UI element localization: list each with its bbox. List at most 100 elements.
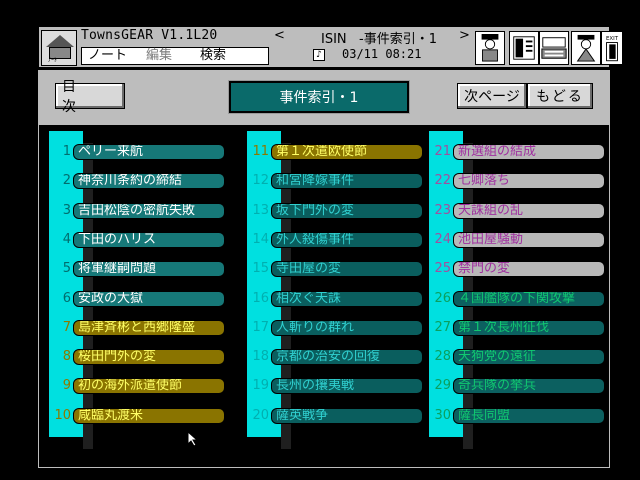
event-button[interactable]: ペリー来航 xyxy=(73,144,225,160)
menu-edit[interactable]: 編集 xyxy=(146,48,172,64)
event-number: 23 xyxy=(434,203,451,218)
person-tool-icon[interactable] xyxy=(475,31,505,65)
exit-door-icon[interactable]: EXIT xyxy=(601,31,623,65)
event-item[interactable]: 9 初の海外派遣使節 xyxy=(53,377,225,395)
event-item[interactable]: 19 長州の攘夷戦 xyxy=(251,377,423,395)
event-item[interactable]: 6 安政の大獄 xyxy=(53,290,225,308)
menu-search[interactable]: 検索 xyxy=(200,48,226,64)
event-item[interactable]: 15 寺田屋の変 xyxy=(251,260,423,278)
page-title: 事件索引・1 xyxy=(229,81,409,113)
window-index-label: ISIN -事件索引・1 xyxy=(321,32,438,47)
event-number: 21 xyxy=(434,144,451,159)
event-button[interactable]: ４国艦隊の下関攻撃 xyxy=(453,291,605,307)
event-button[interactable]: 吉田松陰の密航失敗 xyxy=(73,203,225,219)
contents-button[interactable]: 目次 xyxy=(55,79,125,115)
event-item[interactable]: 4 下田のハリス xyxy=(53,231,225,249)
event-button[interactable]: 新選組の結成 xyxy=(453,144,605,160)
event-item[interactable]: 23 天誅組の乱 xyxy=(433,202,605,220)
event-item[interactable]: 2 神奈川条約の締結 xyxy=(53,172,225,190)
event-button[interactable]: 禁門の変 xyxy=(453,261,605,277)
event-item[interactable]: 8 桜田門外の変 xyxy=(53,348,225,366)
event-number: 18 xyxy=(252,349,269,364)
event-item[interactable]: 25 禁門の変 xyxy=(433,260,605,278)
keyboard-tool-icon[interactable] xyxy=(539,31,569,65)
event-button[interactable]: 咸臨丸渡米 xyxy=(73,408,225,424)
event-button[interactable]: 天狗党の遠征 xyxy=(453,349,605,365)
event-item[interactable]: 24 池田屋騒動 xyxy=(433,231,605,249)
event-number: 5 xyxy=(62,261,71,276)
event-button[interactable]: 神奈川条約の締結 xyxy=(73,173,225,189)
event-button[interactable]: 池田屋騒動 xyxy=(453,232,605,248)
event-button[interactable]: 外人殺傷事件 xyxy=(271,232,423,248)
event-button[interactable]: 京都の治安の回復 xyxy=(271,349,423,365)
event-item[interactable]: 18 京都の治安の回復 xyxy=(251,348,423,366)
event-button[interactable]: 人斬りの群れ xyxy=(271,320,423,336)
event-number: 11 xyxy=(252,144,269,159)
event-number: 15 xyxy=(252,261,269,276)
event-item[interactable]: 17 人斬りの群れ xyxy=(251,319,423,337)
event-number: 30 xyxy=(434,408,451,423)
event-item[interactable]: 28 天狗党の遠征 xyxy=(433,348,605,366)
event-button[interactable]: 下田のハリス xyxy=(73,232,225,248)
notebook-app-icon[interactable]: ﾉｰﾄ xyxy=(41,30,77,66)
prev-window-arrow[interactable]: < xyxy=(274,28,285,43)
event-button[interactable]: 薩長同盟 xyxy=(453,408,605,424)
event-number: 27 xyxy=(434,320,451,335)
next-window-arrow[interactable]: > xyxy=(459,28,470,43)
event-number: 10 xyxy=(54,408,71,423)
event-item[interactable]: 16 相次ぐ天誅 xyxy=(251,290,423,308)
event-button[interactable]: 相次ぐ天誅 xyxy=(271,291,423,307)
event-button[interactable]: 薩英戦争 xyxy=(271,408,423,424)
event-item[interactable]: 14 外人殺傷事件 xyxy=(251,231,423,249)
menu-note[interactable]: ノート xyxy=(88,48,127,64)
app-icon-label: ﾉｰﾄ xyxy=(48,57,58,64)
event-item[interactable]: 3 吉田松陰の密航失敗 xyxy=(53,202,225,220)
event-number: 24 xyxy=(434,232,451,247)
event-button[interactable]: 長州の攘夷戦 xyxy=(271,378,423,394)
event-item[interactable]: 30 薩長同盟 xyxy=(433,407,605,425)
header-bar: 目次 事件索引・1 次ページ もどる xyxy=(39,71,609,125)
event-item[interactable]: 7 島津斉彬と西郷隆盛 xyxy=(53,319,225,337)
event-button[interactable]: 寺田屋の変 xyxy=(271,261,423,277)
music-note-icon[interactable]: ♪ xyxy=(313,49,325,61)
event-index-window: 目次 事件索引・1 次ページ もどる 1 ペリー来航 2 神奈川条約の締結 3 吉田松陰の… xyxy=(38,70,610,468)
event-button[interactable]: 第１次長州征伐 xyxy=(453,320,605,336)
event-button[interactable]: 坂下門外の変 xyxy=(271,203,423,219)
event-item[interactable]: 26 ４国艦隊の下関攻撃 xyxy=(433,290,605,308)
event-button[interactable]: 桜田門外の変 xyxy=(73,349,225,365)
event-button[interactable]: 安政の大獄 xyxy=(73,291,225,307)
event-number: 20 xyxy=(252,408,269,423)
event-button[interactable]: 第１次遣欧使節 xyxy=(271,144,423,160)
next-page-button[interactable]: 次ページ xyxy=(457,83,527,109)
event-button[interactable]: 天誅組の乱 xyxy=(453,203,605,219)
event-button[interactable]: 和宮降嫁事件 xyxy=(271,173,423,189)
event-button[interactable]: 島津斉彬と西郷隆盛 xyxy=(73,320,225,336)
helper-character-icon[interactable] xyxy=(571,31,601,65)
menu-bar: ノート 編集 検索 xyxy=(81,47,269,65)
event-button[interactable]: 初の海外派遣使節 xyxy=(73,378,225,394)
event-button[interactable]: 奇兵隊の挙兵 xyxy=(453,378,605,394)
event-item[interactable]: 10 咸臨丸渡米 xyxy=(53,407,225,425)
event-item[interactable]: 22 七卿落ち xyxy=(433,172,605,190)
event-number: 2 xyxy=(62,173,71,188)
event-item[interactable]: 13 坂下門外の変 xyxy=(251,202,423,220)
event-item[interactable]: 11 第１次遣欧使節 xyxy=(251,143,423,161)
event-item[interactable]: 5 将軍継嗣問題 xyxy=(53,260,225,278)
event-number: 9 xyxy=(62,378,71,393)
event-item[interactable]: 29 奇兵隊の挙兵 xyxy=(433,377,605,395)
event-button[interactable]: 七卿落ち xyxy=(453,173,605,189)
event-button[interactable]: 将軍継嗣問題 xyxy=(73,261,225,277)
event-item[interactable]: 27 第１次長州征伐 xyxy=(433,319,605,337)
back-button[interactable]: もどる xyxy=(527,83,593,109)
event-item[interactable]: 1 ペリー来航 xyxy=(53,143,225,161)
event-number: 7 xyxy=(62,320,71,335)
exit-label: EXIT xyxy=(606,36,619,42)
mouse-cursor-icon xyxy=(187,431,199,447)
event-item[interactable]: 20 薩英戦争 xyxy=(251,407,423,425)
event-number: 17 xyxy=(252,320,269,335)
book-tool-icon[interactable] xyxy=(509,31,539,65)
event-item[interactable]: 21 新選組の結成 xyxy=(433,143,605,161)
top-bar: ﾉｰﾄ TownsGEAR V1.1L20 < ISIN -事件索引・1 > ノ… xyxy=(38,26,623,68)
event-number: 14 xyxy=(252,232,269,247)
event-item[interactable]: 12 和宮降嫁事件 xyxy=(251,172,423,190)
